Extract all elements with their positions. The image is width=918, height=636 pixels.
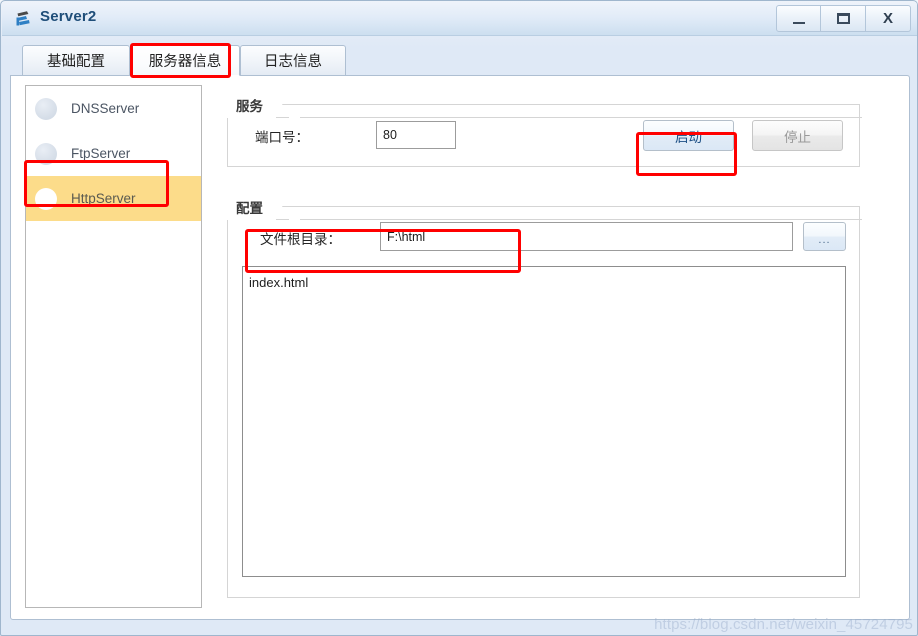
list-item-ftpserver[interactable]: FtpServer <box>26 131 201 176</box>
config-groupbox: 配置 文件根目录： F:\html ... index.html <box>227 193 862 598</box>
file-list[interactable]: index.html <box>242 266 846 577</box>
close-button[interactable]: X <box>866 5 911 32</box>
close-icon: X <box>882 10 893 27</box>
config-groupbox-title: 配置 <box>227 193 289 220</box>
service-groupbox-title: 服务 <box>227 91 289 118</box>
browse-button[interactable]: ... <box>803 222 846 251</box>
port-input[interactable]: 80 <box>376 121 456 149</box>
root-directory-label: 文件根目录： <box>260 232 341 247</box>
tab-log-info[interactable]: 日志信息 <box>240 45 346 75</box>
port-label: 端口号： <box>255 130 309 145</box>
app-root: Server2 X DNSServer FtpServer HttpServer… <box>0 0 918 636</box>
root-directory-input[interactable]: F:\html <box>380 222 793 251</box>
list-item-label: DNSServer <box>71 101 140 116</box>
watermark: https://blog.csdn.net/weixin_45724795 <box>654 616 913 633</box>
server-app-icon <box>14 9 34 29</box>
groupbox-top-line <box>300 117 862 118</box>
minimize-button[interactable] <box>776 5 821 32</box>
tab-basic-config[interactable]: 基础配置 <box>22 45 130 75</box>
list-item[interactable]: index.html <box>249 273 845 292</box>
list-item-label: HttpServer <box>71 191 136 206</box>
list-item-dnsserver[interactable]: DNSServer <box>26 86 201 131</box>
minimize-icon <box>792 21 805 24</box>
stop-button[interactable]: 停止 <box>752 120 843 151</box>
maximize-button[interactable] <box>821 5 866 32</box>
status-circle-icon <box>35 142 57 165</box>
service-groupbox: 服务 端口号： 80 启动 停止 <box>227 91 862 167</box>
window-controls: X <box>776 5 911 33</box>
window-title: Server2 <box>40 8 97 25</box>
tab-page-panel: DNSServer FtpServer HttpServer 服务 端口号： 8… <box>10 75 910 620</box>
list-item-httpserver[interactable]: HttpServer <box>26 176 201 221</box>
tab-bar: 基础配置 服务器信息 日志信息 <box>10 39 910 76</box>
list-item-label: FtpServer <box>71 146 131 161</box>
status-circle-icon <box>35 97 57 120</box>
start-button[interactable]: 启动 <box>643 120 734 151</box>
maximize-icon <box>836 13 850 24</box>
tab-server-info[interactable]: 服务器信息 <box>130 45 240 76</box>
groupbox-top-line <box>300 219 862 220</box>
status-circle-icon <box>35 187 57 210</box>
application-window: Server2 X DNSServer FtpServer HttpServer… <box>0 0 918 636</box>
server-list: DNSServer FtpServer HttpServer <box>25 85 202 608</box>
title-bar: Server2 X <box>2 2 917 36</box>
